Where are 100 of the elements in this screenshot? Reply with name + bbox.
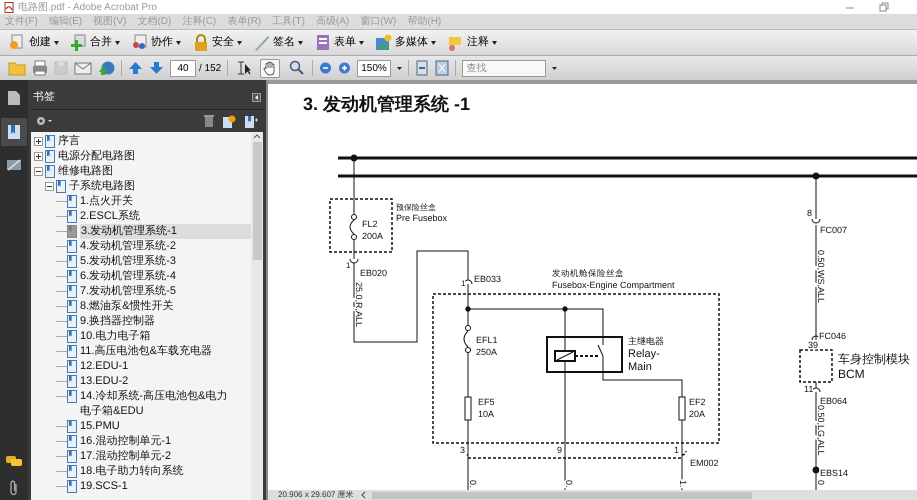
bookmark-item[interactable]: 14.冷却系统-高压电池包&电力电子箱&EDU bbox=[80, 389, 251, 419]
bookmark-item[interactable]: 18.电子助力转向系统 bbox=[80, 464, 198, 479]
add-bookmark-icon[interactable] bbox=[244, 114, 259, 128]
collapse-icon[interactable] bbox=[45, 182, 54, 191]
fit-page-icon[interactable] bbox=[415, 60, 430, 76]
bookmark-item[interactable]: 11.高压电池包&车载充电器 bbox=[80, 344, 226, 359]
page-count-text: / 152 bbox=[199, 62, 222, 76]
diagram-label: 11 bbox=[804, 384, 814, 394]
bookmark-item[interactable]: 19.SCS-1 bbox=[80, 479, 142, 494]
expand-icon[interactable] bbox=[34, 137, 43, 146]
zoom-out-icon[interactable] bbox=[319, 60, 332, 76]
bookmark-item[interactable]: 15.PMU bbox=[80, 419, 134, 434]
bookmark-icon bbox=[67, 285, 77, 298]
collapse-icon[interactable] bbox=[34, 167, 43, 176]
bookmark-icon bbox=[67, 255, 77, 268]
bookmark-item[interactable]: 8.燃油泵&惯性开关 bbox=[80, 299, 188, 314]
wire-label: 0. bbox=[468, 480, 478, 488]
toolbar-button[interactable]: 注释 bbox=[444, 32, 500, 54]
globe-icon[interactable] bbox=[98, 60, 115, 76]
bookmark-item[interactable]: 6.发动机管理系统-4 bbox=[80, 269, 190, 284]
toolbar-button[interactable]: 合并 bbox=[67, 32, 123, 54]
forms-icon bbox=[314, 34, 331, 52]
bookmark-item[interactable]: 13.EDU-2 bbox=[80, 374, 142, 389]
page-heading: 3. 发动机管理系统 -1 bbox=[303, 94, 470, 114]
bookmarks-tab[interactable] bbox=[1, 118, 27, 146]
caret-icon bbox=[492, 40, 497, 44]
toolbar-button[interactable]: 安全 bbox=[189, 32, 245, 54]
horizontal-scrollbar-thumb[interactable] bbox=[372, 492, 752, 498]
scrollbar-thumb[interactable] bbox=[252, 142, 262, 260]
window-title: 电路图.pdf - Adobe Acrobat Pro bbox=[18, 0, 157, 14]
toolbar-button[interactable]: 多媒体 bbox=[372, 32, 439, 54]
bookmark-icon bbox=[67, 300, 77, 313]
toolbar-button[interactable]: 表单 bbox=[311, 32, 367, 54]
bookmark-item[interactable]: 2.ESCL系统 bbox=[80, 209, 154, 224]
bookmark-icon bbox=[67, 270, 77, 283]
collapse-panel-icon[interactable] bbox=[252, 93, 261, 102]
bookmark-item[interactable]: 10.电力电子箱 bbox=[80, 329, 164, 344]
bookmark-icon bbox=[67, 360, 77, 373]
diagram-label: 预保险丝盒 bbox=[396, 203, 436, 212]
diagram-label: FC046 bbox=[819, 331, 846, 341]
tool-button[interactable] bbox=[260, 58, 280, 78]
bookmark-item[interactable]: 3.发动机管理系统-1 bbox=[80, 224, 251, 239]
panel-title: 书签 bbox=[33, 90, 55, 106]
bookmark-item[interactable]: 电源分配电路图 bbox=[58, 149, 149, 164]
diagram-label: EB064 bbox=[820, 396, 848, 406]
caret-icon bbox=[237, 40, 242, 44]
diagram-label: 9 bbox=[557, 445, 562, 455]
search-field[interactable]: 查找 bbox=[462, 60, 546, 76]
full-screen-icon[interactable] bbox=[435, 60, 450, 76]
diagram-label: 1 bbox=[346, 261, 350, 270]
caret-icon bbox=[54, 40, 59, 44]
new-bookmark-icon[interactable] bbox=[222, 114, 236, 128]
bookmark-item[interactable]: 9.换挡器控制器 bbox=[80, 314, 170, 329]
bookmark-item[interactable]: 5.发动机管理系统-3 bbox=[80, 254, 190, 269]
toolbar-button[interactable]: 创建 bbox=[6, 32, 62, 54]
bookmark-item[interactable]: 17.混动控制单元-2 bbox=[80, 449, 186, 464]
diagram-label: EB020 bbox=[360, 268, 388, 278]
bookmark-item[interactable]: 16.混动控制单元-1 bbox=[80, 434, 186, 449]
scroll-left-icon[interactable] bbox=[360, 491, 366, 499]
toolbar-button[interactable]: 协作 bbox=[128, 32, 184, 54]
page-number-field[interactable]: 40 bbox=[170, 60, 196, 76]
bookmark-item[interactable]: 12.EDU-1 bbox=[80, 359, 142, 374]
gear-icon[interactable] bbox=[35, 116, 53, 126]
bookmark-item[interactable]: 7.发动机管理系统-5 bbox=[80, 284, 190, 299]
diagram-label: Main bbox=[628, 361, 652, 373]
diagram-label: EFL1 bbox=[476, 335, 498, 345]
comments-icon[interactable] bbox=[6, 456, 22, 468]
pages-icon[interactable] bbox=[7, 90, 21, 106]
diagram-label: EF5 bbox=[478, 397, 495, 407]
trash-icon[interactable] bbox=[204, 115, 214, 127]
bookmark-item[interactable]: 序言 bbox=[58, 134, 94, 149]
print-icon[interactable] bbox=[32, 60, 48, 76]
bookmark-icon bbox=[67, 240, 77, 253]
bookmark-item[interactable]: 维修电路图 bbox=[58, 164, 127, 179]
up-arrow-icon[interactable] bbox=[128, 60, 143, 76]
bookmark-item[interactable]: 4.发动机管理系统-2 bbox=[80, 239, 190, 254]
diagram-label: BCM bbox=[838, 367, 865, 381]
email-icon[interactable] bbox=[74, 60, 92, 76]
restore-icon[interactable] bbox=[879, 2, 889, 12]
signature-icon[interactable] bbox=[6, 158, 22, 172]
diagram-label: 250A bbox=[476, 347, 498, 357]
scroll-up-icon[interactable] bbox=[253, 132, 261, 140]
bookmark-icon bbox=[67, 435, 77, 448]
diagram-label: EBS14 bbox=[820, 468, 848, 478]
bookmark-item[interactable]: 1.点火开关 bbox=[80, 194, 148, 209]
diagram-label: FC007 bbox=[820, 225, 848, 235]
wire-label: 25.0,R,ALL bbox=[354, 282, 364, 328]
diagram-label: 1 bbox=[461, 279, 466, 288]
zoom-in-icon[interactable] bbox=[338, 60, 352, 76]
zoom-field[interactable]: 150% bbox=[357, 60, 392, 76]
secure-icon bbox=[192, 34, 209, 52]
scrollbar[interactable] bbox=[251, 132, 263, 500]
diagram-label: 主继电器 bbox=[628, 336, 664, 346]
bookmark-icon bbox=[67, 210, 77, 223]
down-arrow-icon[interactable] bbox=[149, 60, 164, 76]
select-tool-icon bbox=[236, 60, 252, 76]
diagram-label: Relay- bbox=[628, 348, 660, 360]
bookmark-item[interactable]: 子系统电路图 bbox=[69, 179, 149, 194]
expand-icon[interactable] bbox=[34, 152, 43, 161]
toolbar-button[interactable]: 签名 bbox=[250, 32, 306, 54]
